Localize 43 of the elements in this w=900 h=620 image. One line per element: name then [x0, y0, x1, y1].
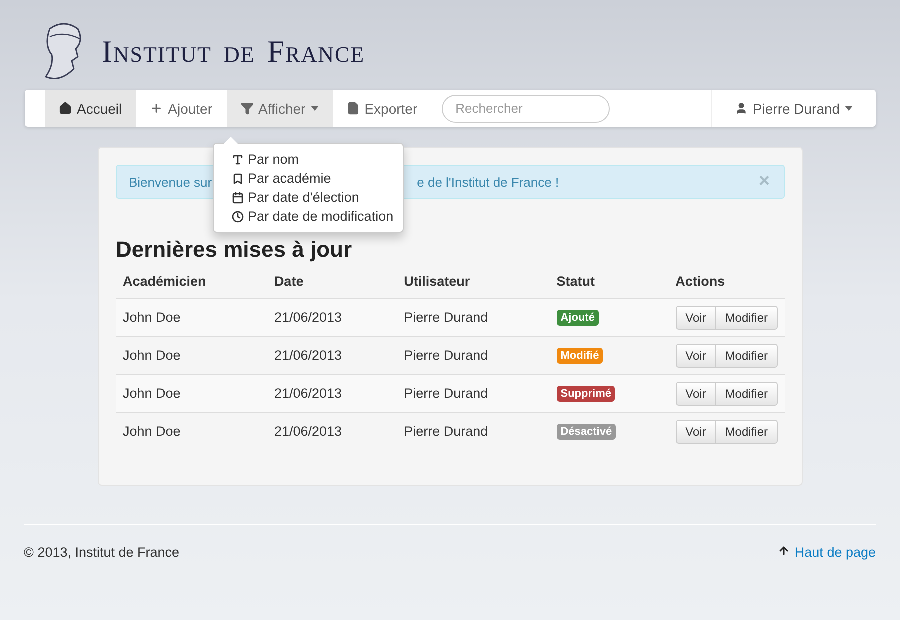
view-button[interactable]: Voir: [676, 344, 716, 368]
up-arrow-icon: [778, 545, 790, 557]
alert-text: e de l'Institut de France !: [417, 174, 560, 190]
edit-button[interactable]: Modifier: [715, 382, 778, 406]
user-icon: [734, 102, 748, 115]
caret-icon: [845, 106, 854, 111]
table-cell: John Doe: [116, 412, 268, 450]
view-button[interactable]: Voir: [676, 382, 716, 406]
edit-button[interactable]: Modifier: [715, 420, 778, 444]
view-button[interactable]: Voir: [676, 420, 716, 444]
search-field[interactable]: Rechercher: [442, 94, 610, 122]
nav-item[interactable]: Afficher: [226, 90, 333, 127]
clock-icon: [232, 210, 244, 222]
copyright-text: © 2013, Institut de France: [24, 545, 180, 560]
edit-button[interactable]: Modifier: [715, 306, 778, 330]
back-to-top-link[interactable]: Haut de page: [778, 545, 876, 560]
section-heading: Dernières mises à jour: [116, 237, 354, 263]
letter-icon: [232, 154, 244, 166]
menu-item[interactable]: Par nom: [214, 150, 403, 169]
plus-icon: [150, 102, 164, 115]
status-label: Supprimé: [556, 386, 616, 402]
alert-text: Bienvenue sur: [129, 174, 212, 190]
nav-item[interactable]: Accueil: [45, 90, 136, 127]
table-cell: Pierre Durand: [397, 412, 550, 450]
menu-item[interactable]: Par académie: [214, 169, 403, 188]
status-label: Modifié: [556, 348, 604, 364]
status-label: Désactivé: [556, 424, 616, 440]
edit-button[interactable]: Modifier: [715, 344, 778, 368]
menu-item[interactable]: Par date de modification: [214, 207, 403, 226]
menu-item[interactable]: Par date d'élection: [214, 188, 403, 207]
file-icon: [346, 102, 360, 115]
caret-icon: [310, 106, 319, 111]
nav-item[interactable]: Ajouter: [136, 90, 226, 127]
user-menu[interactable]: Pierre Durand: [711, 90, 876, 127]
nav-item[interactable]: Exporter: [332, 90, 432, 127]
view-button[interactable]: Voir: [676, 306, 716, 330]
site-title: Institut de France: [102, 34, 366, 70]
bookmark-icon: [232, 172, 244, 184]
status-label: Ajouté: [556, 310, 599, 326]
home-icon: [59, 102, 72, 115]
calendar-icon: [232, 192, 244, 204]
funnel-icon: [240, 102, 254, 115]
table-cell: 21/06/2013: [267, 412, 398, 450]
